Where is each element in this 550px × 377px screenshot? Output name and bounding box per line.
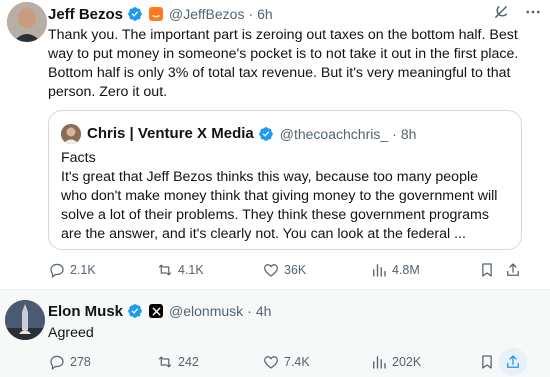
like-count: 36K (284, 263, 307, 277)
views-count: 4.8M (392, 263, 420, 277)
separator-dot: · (392, 125, 397, 142)
views-button[interactable]: 202K (370, 353, 421, 371)
timestamp[interactable]: 4h (256, 303, 272, 319)
author-handle[interactable]: @elonmusk (169, 303, 243, 319)
retweet-button[interactable]: 4.1K (156, 261, 204, 279)
quote-header: Chris | Venture X Media @thecoachchris_ … (87, 125, 511, 142)
separator-dot: · (247, 303, 252, 319)
verified-badge-icon (258, 126, 274, 142)
reply-icon (50, 355, 64, 370)
retweet-count: 242 (178, 355, 199, 369)
more-icon[interactable] (524, 3, 542, 26)
like-icon (264, 264, 278, 277)
tweet-jeff-bezos[interactable]: Jeff Bezos @JeffBezos · 6h Thank you. Th… (0, 0, 550, 290)
quote-author-name: Chris | Venture X Media (87, 125, 254, 142)
quote-timestamp: 8h (400, 125, 417, 142)
header-actions (492, 3, 542, 26)
like-icon (264, 356, 278, 369)
reply-icon (50, 263, 64, 278)
tweet-elon-musk[interactable]: Elon Musk @elonmusk · 4h Agreed 278 242 … (0, 290, 550, 377)
views-icon (373, 264, 386, 277)
tweet-text: Thank you. The important part is zeroing… (48, 27, 523, 100)
tweet-header: Jeff Bezos @JeffBezos · 6h (48, 4, 542, 24)
tweet-actions: 2.1K 4.1K 36K 4.8M (48, 260, 540, 280)
share-icon (507, 355, 519, 368)
views-button[interactable]: 4.8M (370, 261, 420, 279)
like-button[interactable]: 36K (262, 261, 306, 279)
verified-badge-icon (127, 6, 143, 22)
author-name[interactable]: Elon Musk (48, 303, 123, 320)
share-button[interactable] (499, 348, 527, 376)
avatar[interactable] (7, 2, 47, 42)
like-button[interactable]: 7.4K (262, 353, 310, 371)
quote-author-handle: @thecoachchris_ (279, 125, 389, 142)
reply-button[interactable]: 278 (48, 353, 91, 371)
retweet-icon (158, 264, 172, 276)
views-count: 202K (392, 355, 422, 369)
views-icon (373, 356, 386, 369)
quote-avatar (61, 124, 81, 144)
grok-icon[interactable] (492, 3, 510, 26)
author-handle[interactable]: @JeffBezos (169, 6, 244, 22)
share-icon (507, 263, 519, 276)
retweet-button[interactable]: 242 (156, 353, 199, 371)
timestamp[interactable]: 6h (257, 6, 273, 22)
share-hover-highlight (499, 348, 527, 376)
tweet-header: Elon Musk @elonmusk · 4h (48, 301, 542, 321)
retweet-count: 4.1K (178, 263, 204, 277)
bookmark-button[interactable] (478, 353, 496, 371)
bookmark-icon (482, 263, 492, 277)
retweet-icon (158, 356, 172, 368)
tweet-actions: 278 242 7.4K 202K (48, 348, 540, 376)
affiliation-badge-icon (149, 7, 164, 21)
reply-count: 2.1K (70, 263, 96, 277)
like-count: 7.4K (284, 355, 310, 369)
tweet-text: Agreed (48, 325, 94, 341)
bookmark-button[interactable] (478, 261, 496, 279)
verified-badge-icon (127, 303, 143, 319)
separator-dot: · (248, 6, 254, 22)
quoted-tweet[interactable]: Chris | Venture X Media @thecoachchris_ … (48, 110, 522, 250)
bookmark-icon (482, 355, 492, 369)
reply-button[interactable]: 2.1K (48, 261, 96, 279)
reply-count: 278 (70, 355, 91, 369)
affiliation-badge-icon (149, 304, 164, 318)
share-button[interactable] (504, 261, 522, 279)
quote-text: Facts It's great that Jeff Bezos thinks … (61, 150, 498, 242)
avatar[interactable] (5, 300, 45, 340)
author-name[interactable]: Jeff Bezos (48, 6, 123, 23)
